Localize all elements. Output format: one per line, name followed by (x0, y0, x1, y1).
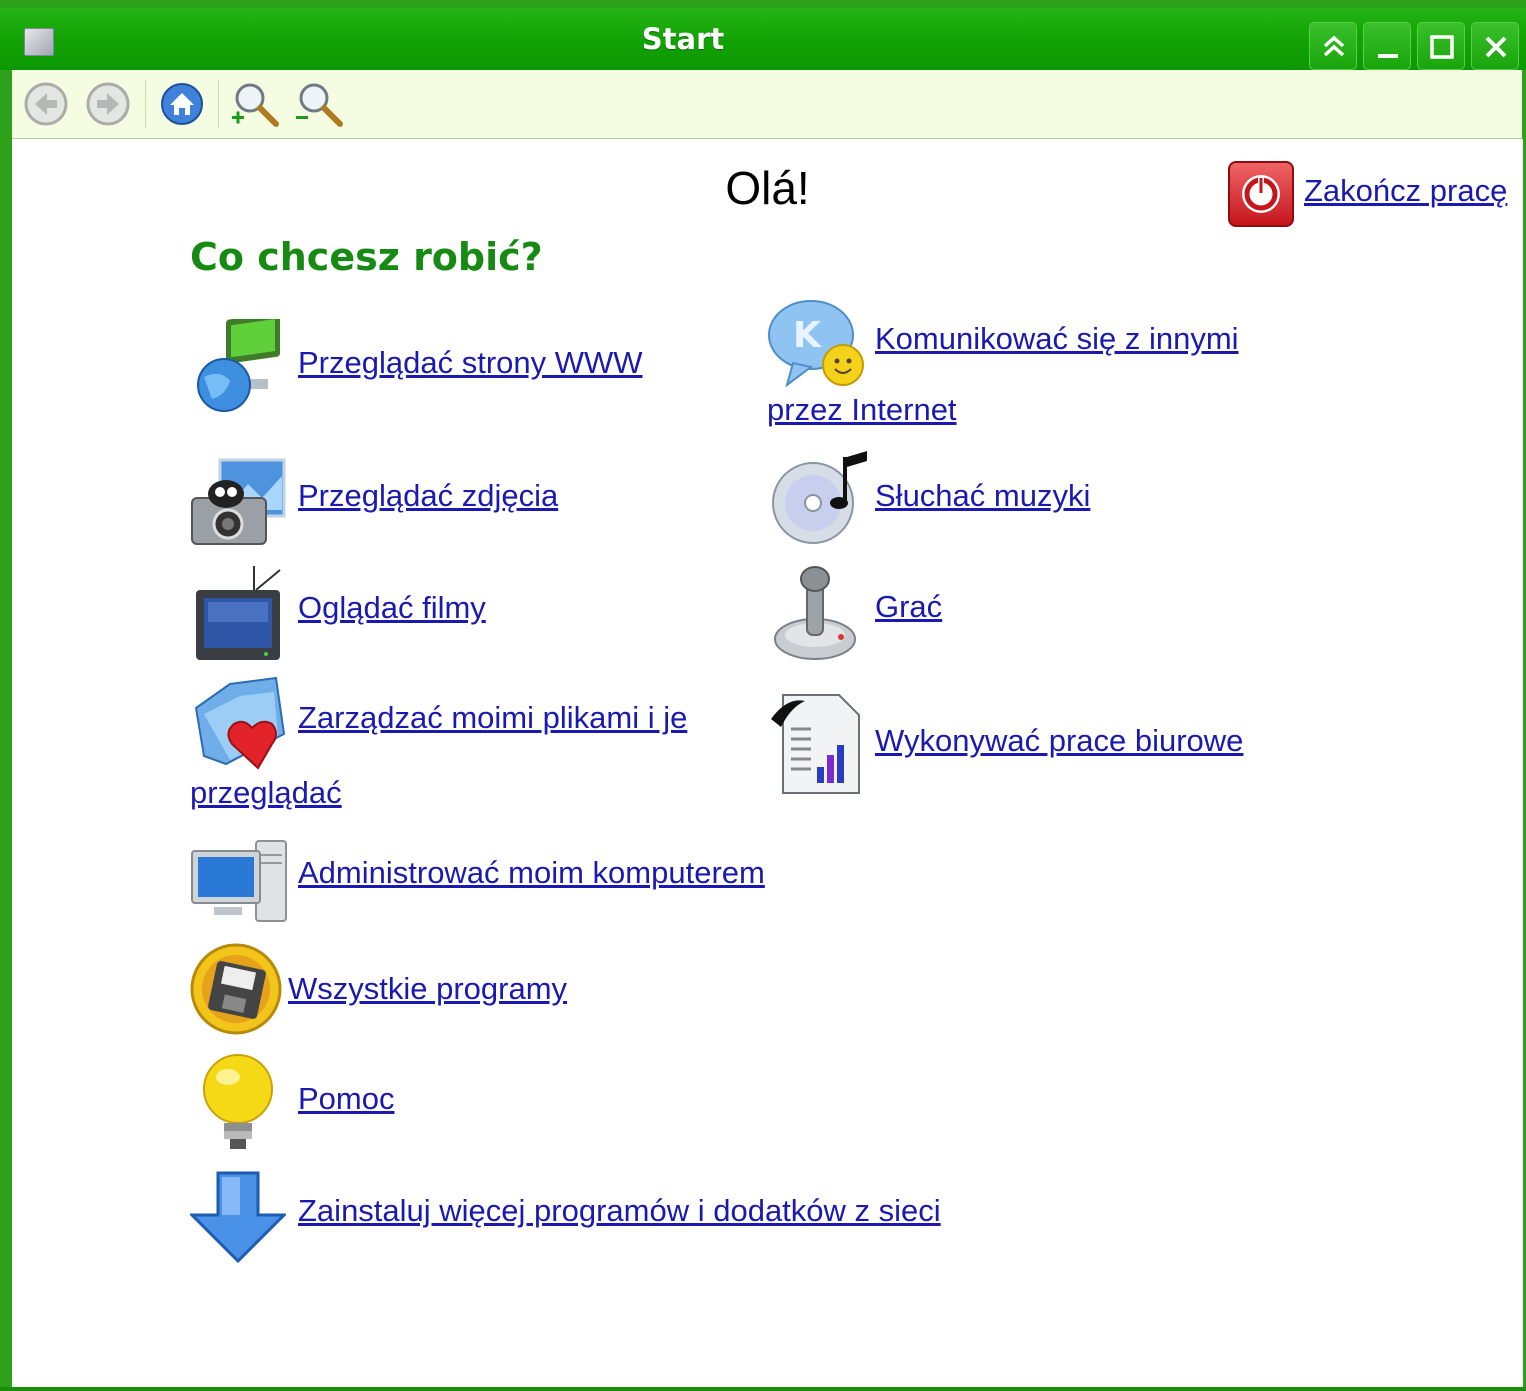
web-browsing-link[interactable]: Przeglądać strony WWW (298, 345, 643, 381)
title-bar[interactable]: Start (0, 8, 1526, 70)
all-programs-icon[interactable] (190, 941, 286, 1037)
movies-item[interactable]: Oglądać filmy (190, 564, 710, 664)
toolbar-separator (218, 80, 219, 128)
close-icon (1485, 36, 1507, 58)
close-button[interactable] (1471, 22, 1519, 70)
window-border (0, 1387, 1526, 1391)
install-item[interactable]: Zainstaluj więcej programów i dodatków z… (190, 1169, 1050, 1269)
home-icon (161, 83, 203, 125)
folder-heart-icon[interactable] (190, 674, 290, 774)
web-browser-icon[interactable] (190, 319, 286, 415)
forward-button[interactable] (84, 80, 132, 128)
tv-icon[interactable] (190, 564, 286, 664)
maximize-button[interactable] (1417, 22, 1465, 70)
admin-item[interactable]: Administrować moim komputerem (190, 835, 830, 931)
web-browsing-item[interactable]: Przeglądać strony WWW (190, 319, 710, 419)
music-item[interactable]: Słuchać muzyki (767, 449, 1327, 549)
download-arrow-icon[interactable] (190, 1169, 286, 1265)
files-link-line1[interactable]: Zarządzać moimi plikami i je (298, 700, 687, 736)
music-link[interactable]: Słuchać muzyki (875, 478, 1090, 514)
zoom-in-button[interactable] (230, 80, 279, 128)
back-icon (24, 82, 68, 126)
office-document-icon[interactable] (767, 689, 863, 797)
toolbar-separator (145, 80, 146, 128)
all-programs-item[interactable]: Wszystkie programy (190, 941, 710, 1041)
logout-label[interactable]: Zakończ pracę (1304, 173, 1507, 209)
help-link[interactable]: Pomoc (298, 1081, 394, 1117)
photos-link[interactable]: Przeglądać zdjęcia (298, 478, 558, 514)
home-button[interactable] (158, 80, 206, 128)
files-item[interactable]: Zarządzać moimi plikami i je przeglądać (190, 674, 750, 824)
office-link[interactable]: Wykonywać prace biurowe (875, 723, 1243, 759)
lightbulb-icon[interactable] (190, 1051, 286, 1155)
section-heading: Co chcesz robić? (190, 235, 543, 279)
photo-camera-icon[interactable] (190, 454, 286, 550)
chat-link-line1[interactable]: Komunikować się z innymi (875, 321, 1239, 357)
shade-button[interactable] (1309, 22, 1357, 70)
office-item[interactable]: Wykonywać prace biurowe (767, 689, 1327, 799)
zoom-out-button[interactable] (294, 80, 343, 128)
app-window: Start Olá! Zakończ pracę Co chcesz robić… (0, 0, 1526, 1391)
toolbar (12, 70, 1522, 139)
chat-link-line2[interactable]: przez Internet (767, 392, 957, 428)
maximize-icon (1430, 35, 1454, 59)
movies-link[interactable]: Oglądać filmy (298, 590, 486, 626)
photos-item[interactable]: Przeglądać zdjęcia (190, 454, 710, 554)
zoom-out-icon (296, 83, 343, 127)
power-icon[interactable] (1228, 161, 1294, 227)
games-item[interactable]: Grać (767, 559, 1287, 664)
svg-text:K: K (793, 315, 822, 356)
admin-link[interactable]: Administrować moim komputerem (298, 855, 765, 891)
install-link[interactable]: Zainstaluj więcej programów i dodatków z… (298, 1193, 941, 1229)
start-page: Olá! Zakończ pracę Co chcesz robić? Prze… (12, 139, 1523, 1387)
minimize-icon (1378, 54, 1398, 58)
help-item[interactable]: Pomoc (190, 1051, 710, 1156)
minimize-button[interactable] (1363, 22, 1411, 70)
games-link[interactable]: Grać (875, 589, 942, 625)
window-title: Start (641, 22, 725, 56)
back-button[interactable] (22, 80, 70, 128)
chat-item[interactable]: K Komunikować się z innymi przez Interne… (767, 297, 1327, 437)
joystick-icon[interactable] (767, 559, 863, 663)
shade-icon (1323, 35, 1345, 57)
all-programs-link[interactable]: Wszystkie programy (288, 971, 567, 1007)
chat-bubble-icon[interactable]: K (767, 297, 871, 393)
zoom-in-icon (232, 83, 279, 127)
computer-admin-icon[interactable] (190, 835, 290, 927)
greeting-heading: Olá! (725, 162, 810, 214)
music-cd-icon[interactable] (767, 449, 871, 549)
files-link-line2[interactable]: przeglądać (190, 775, 342, 811)
forward-icon (86, 82, 130, 126)
